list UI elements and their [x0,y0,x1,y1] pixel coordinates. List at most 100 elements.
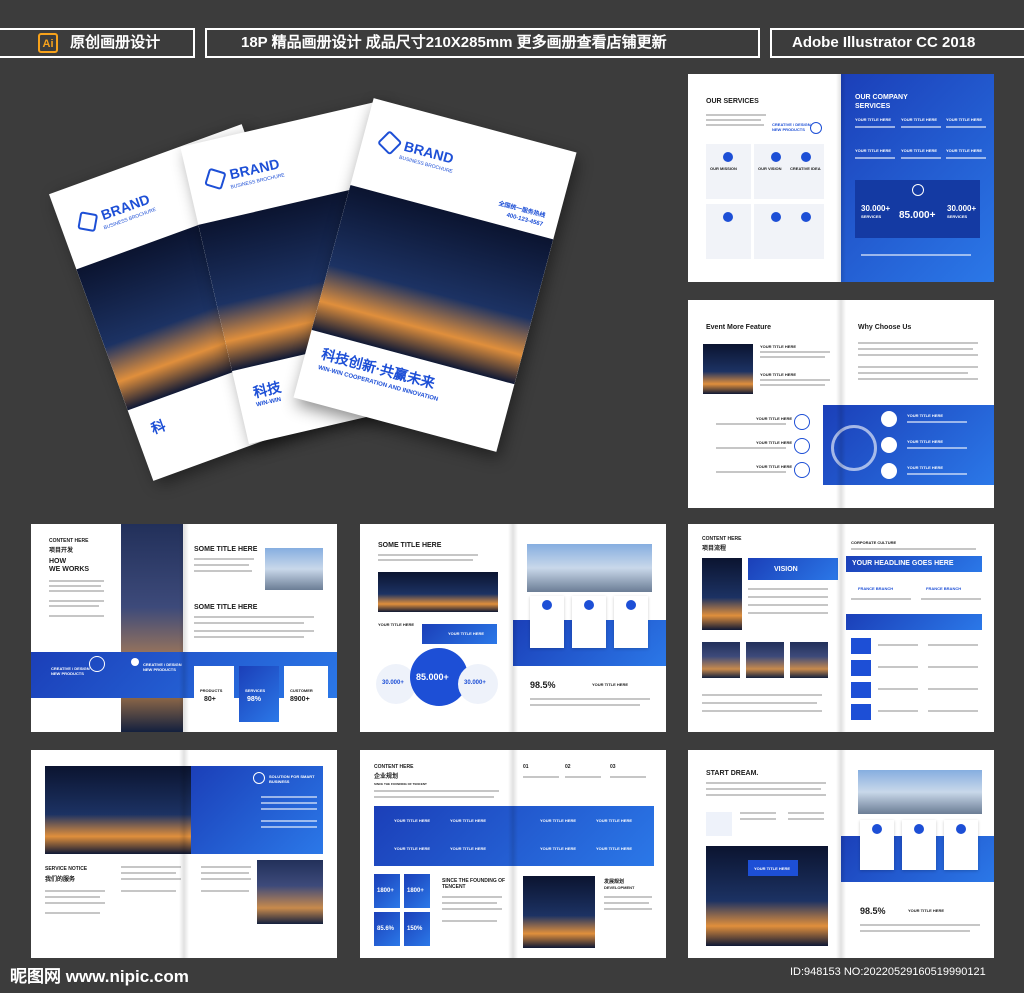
mission-icon [723,152,733,162]
products-value: 80+ [204,696,216,703]
icon-box-4 [851,704,871,720]
feature-card-1 [530,596,564,648]
send-icon [706,812,732,836]
stat-center: 85.000+ [899,210,936,221]
we-works-label: WE WORKS [49,566,90,573]
skyline-photo [527,544,652,592]
idea-tile-2 [788,204,824,259]
city-photo [702,558,742,630]
mission-icon [723,212,733,222]
cn-title: 项目流程 [702,546,727,552]
percent-value: 98.5% [530,680,556,690]
content-here: CONTENT HERE [374,764,414,770]
solution-panel: SOLUTION FOR SMART BUSINESS [191,766,323,854]
stat-left: 30.000+ [861,204,891,213]
some-title: SOME TITLE HERE [378,542,442,549]
icon-box-3 [851,682,871,698]
hexagon-logo-icon [376,130,403,156]
spread-project-flow: CONTENT HERE 项目流程 VISION CORPORATE CULTU… [688,524,994,732]
content-here: CONTENT HERE [702,536,742,542]
hexagon-icon [881,411,897,427]
feature-card-3 [944,820,978,870]
target-icon [794,438,810,454]
stat-circle-right: 30.000+ [458,664,498,704]
stat-right: 30.000+ [947,204,977,213]
hexagon-logo-icon [204,167,227,191]
thumb-1 [702,642,740,678]
creative-label: CREATIVE / DESIGN NEW PRODUCTS [772,122,811,132]
cover-slogan-cn: 科 [148,417,168,437]
banner-left: Ai 原创画册设计 [0,28,195,58]
medal-icon [794,414,810,430]
gear-icon [912,184,924,196]
customer-tile: CUSTOMER 8900+ [284,666,328,722]
percent-value: 98.5% [860,906,886,916]
spread-service-notice: SOLUTION FOR SMART BUSINESS SERVICE NOTI… [31,750,337,958]
band-2 [846,614,982,630]
city-lights-photo [45,766,191,854]
service-notice: SERVICE NOTICE [45,866,88,872]
num-tile-3: 85.6% [374,912,400,946]
some-title-2: SOME TITLE HERE [194,604,258,611]
skyline-photo [858,770,982,814]
nipic-watermark: 昵图网 www.nipic.com [10,967,189,986]
dusk-city-photo [257,860,323,924]
dev-en: DEVELOPMENT [604,885,635,890]
event-title: Event More Feature [706,324,771,331]
network-panel: YOUR TITLE HERE YOUR TITLE HERE YOUR TIT… [823,405,994,485]
start-dream-title: START DREAM. [706,770,759,777]
num-tile-4: 150% [404,912,430,946]
headline-bar: YOUR HEADLINE GOES HERE [846,556,982,572]
circle-icon [872,824,882,834]
idea-tile: CREATIVE IDEA [788,144,824,199]
circle-icon [956,824,966,834]
how-label: HOW [49,558,67,565]
company-services-panel: OUR COMPANY SERVICES YOUR TITLE HERE YOU… [841,74,994,282]
city-photo [265,548,323,590]
hexagon-icon [881,463,897,479]
content-here: CONTENT HERE [49,538,89,544]
feature-card-1 [860,820,894,870]
event-photo [703,344,753,394]
thumb-3 [790,642,828,678]
our-services-title: OUR SERVICES [706,98,759,105]
illustrator-icon: Ai [38,33,58,54]
mission-tile-2 [706,204,751,259]
arrows-icon [794,462,810,478]
spread-our-services: OUR SERVICES CREATIVE / DESIGN NEW PRODU… [688,74,994,282]
banner-right: Adobe Illustrator CC 2018 [770,28,1024,58]
mission-tile: OUR MISSION [706,144,751,199]
vision-icon [771,152,781,162]
thumb-2 [746,642,784,678]
tower-photo [121,524,183,732]
hexagon-logo-icon [77,211,99,233]
vision-bar: VISION [748,558,838,580]
hexagon-icon [881,437,897,453]
circle-icon [542,600,552,610]
feature-card-2 [572,596,606,648]
icon-box-1 [851,638,871,654]
circle-icon [584,600,594,610]
since-title: SINCE THE FOUNDING OF TENCENT [442,878,506,890]
spread-some-title: SOME TITLE HERE YOUR TITLE HERE YOUR TIT… [360,524,666,732]
banner-center-label: 18P 精品画册设计 成品尺寸210X285mm 更多画册查看店铺更新 [241,34,667,51]
customer-value: 8900+ [290,696,310,703]
products-tile: PRODUCTS 80+ [194,666,234,722]
night-city-photo [378,572,498,612]
feature-card-3 [614,596,648,648]
banner-center: 18P 精品画册设计 成品尺寸210X285mm 更多画册查看店铺更新 [205,28,760,58]
circle-icon [626,600,636,610]
spread-planning: CONTENT HERE 企业规划 SINCE THE FOUNDING OF … [360,750,666,958]
company-title-2: SERVICES [855,103,891,110]
steel-coil-photo [523,876,595,948]
spread-event-feature: Event More Feature YOUR TITLE HERE YOUR … [688,300,994,508]
why-title: Why Choose Us [858,324,912,331]
num-tile-2: 1800+ [404,874,430,908]
services-value: 98% [247,696,262,703]
num-tile-1: 1800+ [374,874,400,908]
lightbulb-icon [801,212,811,222]
circle-icon [914,824,924,834]
dev-cn: 发展规划 [604,879,625,885]
vision-icon [771,212,781,222]
lightbulb-icon [801,152,811,162]
